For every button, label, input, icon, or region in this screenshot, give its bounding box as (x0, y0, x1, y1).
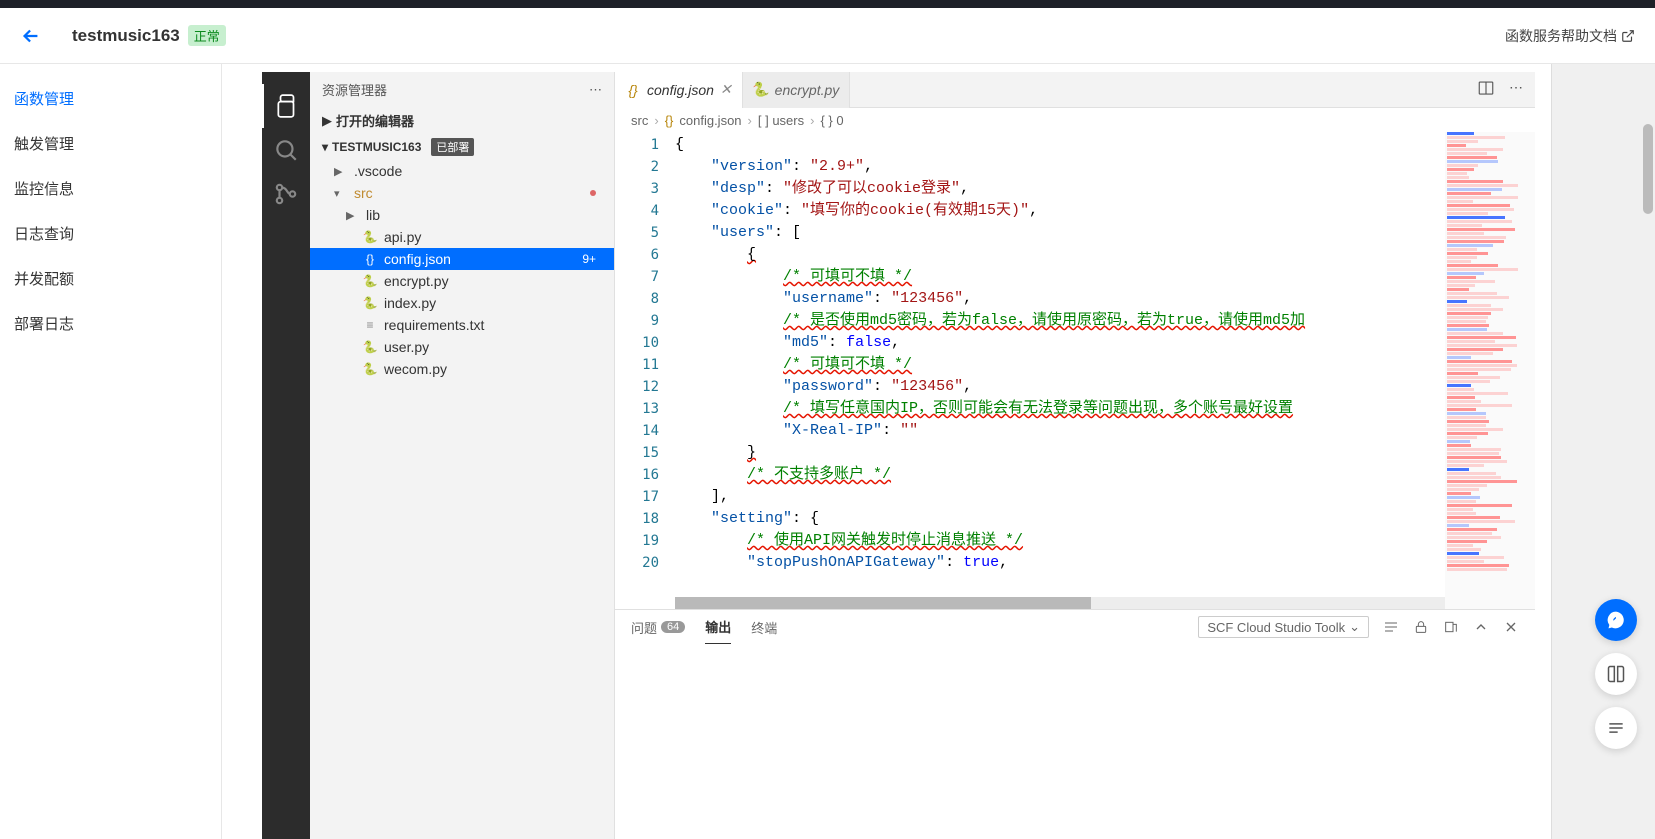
deployed-tag: 已部署 (431, 138, 474, 156)
line-gutter: 1234567891011121314151617181920 (615, 132, 675, 609)
explorer-more-icon[interactable]: ⋯ (589, 82, 602, 98)
tree-file-encrypt[interactable]: 🐍encrypt.py (310, 270, 614, 292)
chevron-down-icon: ⌄ (1349, 619, 1360, 635)
app-title: testmusic163 (72, 26, 180, 46)
nav-function-mgmt[interactable]: 函数管理 (0, 76, 221, 121)
nav-trigger-mgmt[interactable]: 触发管理 (0, 121, 221, 166)
nav-deploy-log[interactable]: 部署日志 (0, 301, 221, 346)
editor-column: {} config.json ✕ 🐍 encrypt.py ⋯ src› {} … (615, 72, 1535, 839)
feedback-button[interactable] (1595, 707, 1637, 749)
breadcrumb-index[interactable]: { } 0 (820, 113, 843, 128)
external-link-icon (1621, 29, 1635, 43)
tree-file-user[interactable]: 🐍user.py (310, 336, 614, 358)
open-editors-label: 打开的编辑器 (336, 111, 414, 130)
tree-file-config[interactable]: {}config.json9+ (310, 248, 614, 270)
python-file-icon: 🐍 (753, 82, 769, 98)
panel-tab-output[interactable]: 输出 (705, 610, 731, 644)
explorer-header: 资源管理器 ⋯ (310, 72, 614, 107)
python-file-icon: 🐍 (362, 273, 378, 289)
breadcrumb-src[interactable]: src (631, 113, 648, 128)
tree-folder-src[interactable]: ▾src (310, 182, 614, 204)
lock-scroll-icon[interactable] (1413, 619, 1429, 635)
python-file-icon: 🐍 (362, 339, 378, 355)
project-section[interactable]: ▾ TESTMUSIC163 已部署 (310, 134, 614, 160)
code-body[interactable]: { "version": "2.9+", "desp": "修改了可以cooki… (675, 132, 1445, 609)
more-actions-icon[interactable]: ⋯ (1509, 79, 1523, 100)
panel-tabs: 问题 64 输出 终端 SCF Cloud Studio Toolk ⌄ (615, 610, 1535, 644)
close-icon[interactable]: ✕ (720, 81, 732, 98)
nav-monitor-info[interactable]: 监控信息 (0, 166, 221, 211)
bottom-panel: 问题 64 输出 终端 SCF Cloud Studio Toolk ⌄ (615, 609, 1535, 839)
problems-count: 64 (661, 621, 685, 633)
explorer-panel: 资源管理器 ⋯ ▶ 打开的编辑器 ▾ TESTMUSIC163 已部署 ▶.vs… (310, 72, 615, 839)
modified-dot-icon (590, 190, 596, 196)
scrollbar-thumb[interactable] (1643, 124, 1653, 214)
status-badge: 正常 (188, 25, 226, 46)
left-nav: 函数管理 触发管理 监控信息 日志查询 并发配额 部署日志 (0, 64, 222, 839)
panel-tab-problems[interactable]: 问题 64 (631, 610, 685, 644)
tree-file-index[interactable]: 🐍index.py (310, 292, 614, 314)
tab-config-json[interactable]: {} config.json ✕ (615, 72, 743, 108)
nav-concurrency-quota[interactable]: 并发配额 (0, 256, 221, 301)
clear-output-icon[interactable] (1383, 619, 1399, 635)
tab-label: config.json (647, 82, 714, 98)
problems-badge: 9+ (582, 252, 596, 266)
chevron-down-icon: ▾ (334, 187, 348, 200)
top-header: testmusic163 正常 函数服务帮助文档 (0, 8, 1655, 64)
code-editor[interactable]: 1234567891011121314151617181920 { "versi… (615, 132, 1535, 609)
panel-tab-terminal[interactable]: 终端 (751, 610, 777, 644)
activity-bar (262, 72, 310, 839)
python-file-icon: 🐍 (362, 295, 378, 311)
json-file-icon: {} (625, 82, 641, 98)
python-file-icon: 🐍 (362, 361, 378, 377)
tabs-row: {} config.json ✕ 🐍 encrypt.py ⋯ (615, 72, 1535, 108)
back-arrow-icon[interactable] (20, 25, 42, 47)
help-link[interactable]: 函数服务帮助文档 (1505, 26, 1635, 46)
json-file-icon: {} (362, 251, 378, 267)
project-name: TESTMUSIC163 (332, 140, 421, 154)
support-chat-button[interactable] (1595, 599, 1637, 641)
open-log-icon[interactable] (1443, 619, 1459, 635)
horizontal-scrollbar[interactable] (675, 597, 1445, 609)
python-file-icon: 🐍 (362, 229, 378, 245)
output-channel-dropdown[interactable]: SCF Cloud Studio Toolk ⌄ (1198, 616, 1369, 638)
breadcrumb-users[interactable]: [ ] users (758, 113, 804, 128)
breadcrumb[interactable]: src› {} config.json› [ ] users› { } 0 (615, 108, 1535, 132)
nav-log-query[interactable]: 日志查询 (0, 211, 221, 256)
explorer-icon[interactable] (262, 84, 310, 128)
tree-file-wecom[interactable]: 🐍wecom.py (310, 358, 614, 380)
docs-button[interactable] (1595, 653, 1637, 695)
tree-file-requirements[interactable]: ≡requirements.txt (310, 314, 614, 336)
help-link-text: 函数服务帮助文档 (1505, 26, 1617, 46)
chevron-right-icon: ▶ (322, 113, 332, 129)
close-panel-icon[interactable] (1503, 619, 1519, 635)
text-file-icon: ≡ (362, 317, 378, 333)
open-editors-section[interactable]: ▶ 打开的编辑器 (310, 107, 614, 134)
breadcrumb-file[interactable]: config.json (679, 113, 741, 128)
source-control-icon[interactable] (262, 172, 310, 216)
tree-file-api[interactable]: 🐍api.py (310, 226, 614, 248)
tree-folder-lib[interactable]: ▶lib (310, 204, 614, 226)
collapse-panel-icon[interactable] (1473, 619, 1489, 635)
chevron-right-icon: ▶ (346, 209, 360, 222)
tab-label: encrypt.py (775, 82, 840, 98)
top-dark-bar (0, 0, 1655, 8)
minimap[interactable] (1445, 132, 1535, 609)
scrollbar-thumb[interactable] (675, 597, 1091, 609)
tree-folder-vscode[interactable]: ▶.vscode (310, 160, 614, 182)
chevron-down-icon: ▾ (322, 140, 328, 154)
split-editor-icon[interactable] (1477, 79, 1495, 100)
tab-encrypt-py[interactable]: 🐍 encrypt.py (743, 72, 851, 108)
floating-buttons (1595, 599, 1637, 749)
chevron-right-icon: ▶ (334, 165, 348, 178)
json-file-icon: {} (665, 113, 674, 128)
search-icon[interactable] (262, 128, 310, 172)
explorer-title: 资源管理器 (322, 80, 387, 99)
